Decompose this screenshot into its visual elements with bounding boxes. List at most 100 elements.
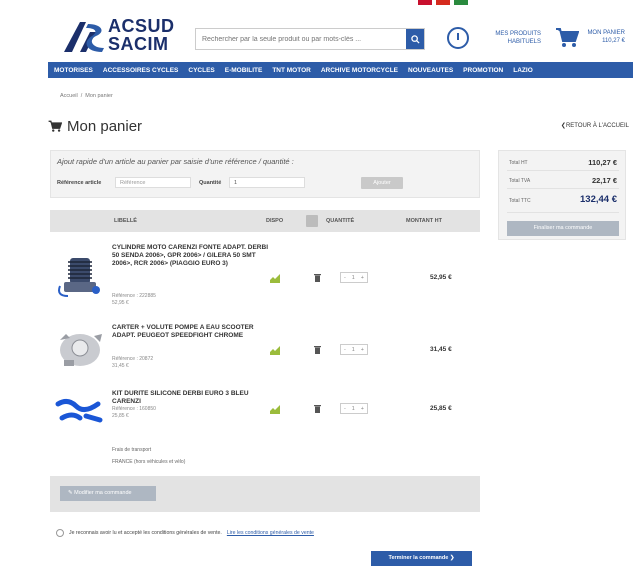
hose-kit-product-image[interactable] [54, 394, 106, 428]
stock-available-icon [270, 274, 280, 283]
back-to-home-label: RETOUR À L'ACCUEIL [565, 123, 629, 129]
qty-decrement[interactable]: - [344, 275, 346, 281]
quantity-stepper[interactable]: -1 + [340, 272, 368, 283]
header-cart-label: MON PANIER [587, 30, 625, 36]
modify-order-button[interactable]: ✎ Modifier ma commande [60, 486, 156, 501]
site-header: ACSUD SACIM MES PRODUITS HABITUELS MON P… [0, 12, 633, 58]
acsud-sacim-logo[interactable]: ACSUD SACIM [62, 16, 182, 56]
nav-item-archive-motorcycle[interactable]: ARCHIVE MOTORCYCLE [321, 67, 398, 74]
breadcrumb-home[interactable]: Accueil [60, 93, 78, 99]
subtotal-value: 110,27 € [588, 158, 617, 167]
qty-increment[interactable]: + [361, 275, 364, 281]
total-label: Total TTC [509, 198, 531, 204]
chevron-right-icon: ❯ [449, 555, 455, 561]
modify-order-label: Modifier ma commande [74, 490, 132, 496]
search-bar [195, 28, 425, 50]
nav-item-e-mobilite[interactable]: E-MOBILITE [225, 67, 263, 74]
quick-add-title: Ajout rapide d'un article au panier par … [57, 157, 294, 166]
nav-item-motorises[interactable]: MOTORISES [54, 67, 93, 74]
col-libelle: LIBELLÉ [114, 218, 137, 224]
product-unit-price: 25,85 € [112, 413, 129, 419]
summary-total: Total TTC 132,44 € [507, 193, 619, 213]
logo-mark-icon [64, 22, 104, 52]
qty-value: 1 [351, 405, 355, 412]
nav-item-nouveautes[interactable]: NOUVEAUTES [408, 67, 453, 74]
summary-subtotal: Total HT 110,27 € [507, 155, 619, 171]
qty-value: 1 [351, 346, 355, 353]
cart-page: ACSUD SACIM MES PRODUITS HABITUELS MON P… [0, 0, 633, 571]
cart-actions-band: ✎ Modifier ma commande [50, 476, 480, 512]
product-name[interactable]: KIT DURITE SILICONE DERBI EURO 3 BLEU CA… [112, 390, 277, 406]
qty-decrement[interactable]: - [344, 406, 346, 412]
cart-table-header: LIBELLÉ DISPO QUANTITÉ MONTANT HT [50, 210, 480, 232]
nav-item-cycles[interactable]: CYCLES [188, 67, 214, 74]
nav-item-lazio[interactable]: LAZIO [513, 67, 533, 74]
water-pump-product-image[interactable] [54, 326, 106, 370]
terms-acceptance: Je reconnais avoir lu et accepté les con… [50, 526, 480, 540]
trash-icon[interactable] [314, 404, 321, 413]
order-summary: Total HT 110,27 € Total TVA 22,17 € Tota… [498, 150, 626, 240]
flag-icon[interactable] [418, 0, 432, 5]
nav-item-promotion[interactable]: PROMOTION [463, 67, 503, 74]
product-reference: Référence : 222885 [112, 293, 156, 299]
flag-icon[interactable] [454, 0, 468, 5]
quick-add-button[interactable]: Ajouter [361, 177, 403, 189]
subtotal-label: Total HT [509, 160, 528, 166]
stock-available-icon [270, 405, 280, 414]
language-flags [418, 0, 468, 6]
trash-icon[interactable] [314, 345, 321, 354]
reference-input[interactable]: Référence [115, 177, 191, 188]
delete-all-icon[interactable] [306, 215, 318, 227]
terms-text: Je reconnais avoir lu et accepté les con… [69, 530, 222, 536]
main-nav: MOTORISES ACCESSOIRES CYCLES CYCLES E-MO… [48, 62, 633, 78]
search-button[interactable] [406, 29, 424, 49]
qty-decrement[interactable]: - [344, 347, 346, 353]
logo-text-top: ACSUD [108, 16, 175, 36]
history-clock-icon[interactable] [447, 27, 469, 49]
line-amount: 25,85 € [430, 405, 452, 412]
page-title: Mon panier [48, 118, 142, 135]
qty-increment[interactable]: + [361, 406, 364, 412]
page-title-text: Mon panier [67, 118, 143, 135]
qty-increment[interactable]: + [361, 347, 364, 353]
search-input[interactable] [196, 29, 406, 49]
breadcrumb-current: Mon panier [85, 93, 113, 99]
header-cart-amount: 110,27 € [602, 38, 625, 44]
back-to-home-link[interactable]: ❮RETOUR À L'ACCUEIL [561, 122, 629, 129]
product-name[interactable]: CARTER + VOLUTE POMPE A EAU SCOOTER ADAP… [112, 324, 277, 340]
summary-tva: Total TVA 22,17 € [507, 173, 619, 189]
line-amount: 52,95 € [430, 274, 452, 281]
cart-icon [48, 120, 62, 132]
col-quantite: QUANTITÉ [326, 218, 355, 224]
quantity-input[interactable]: 1 [229, 177, 305, 188]
total-value: 132,44 € [580, 194, 617, 205]
cart-icon[interactable] [555, 27, 579, 49]
tva-value: 22,17 € [591, 176, 617, 185]
terms-link[interactable]: Lire les conditions générales de vente [227, 530, 314, 536]
trash-icon[interactable] [314, 273, 321, 282]
product-reference: Référence : 20872 [112, 356, 154, 362]
quantity-stepper[interactable]: -1 + [340, 344, 368, 355]
quick-add-panel: Ajout rapide d'un article au panier par … [50, 150, 480, 198]
product-reference: Référence : 160850 [112, 406, 156, 412]
tva-label: Total TVA [509, 178, 531, 184]
nav-item-tnt-motor[interactable]: TNT MOTOR [272, 67, 311, 74]
shipping-destination: FRANCE (hors véhicules et vélo) [112, 459, 186, 465]
cylinder-product-image[interactable] [54, 252, 106, 300]
header-cart-summary[interactable]: MON PANIER 110,27 € [585, 29, 625, 45]
quantity-stepper[interactable]: -1 + [340, 403, 368, 414]
line-amount: 31,45 € [430, 346, 452, 353]
product-name[interactable]: CYLINDRE MOTO CARENZI FONTE ADAPT. DERBI… [112, 244, 277, 269]
flag-icon[interactable] [436, 0, 450, 5]
usual-products-link[interactable]: MES PRODUITS HABITUELS [491, 30, 541, 46]
cart-row: CARTER + VOLUTE POMPE A EAU SCOOTER ADAP… [50, 320, 480, 386]
nav-item-accessoires-cycles[interactable]: ACCESSOIRES CYCLES [103, 67, 179, 74]
finish-order-button[interactable]: Terminer la commande ❯ [371, 551, 472, 566]
product-unit-price: 31,45 € [112, 363, 129, 369]
finalize-order-button[interactable]: Finaliser ma commande [507, 221, 619, 236]
col-dispo: DISPO [266, 218, 284, 224]
logo-text-bottom: SACIM [108, 34, 169, 54]
col-montant: MONTANT HT [406, 218, 442, 224]
terms-radio[interactable] [56, 529, 64, 537]
shipping-label: Frais de transport [112, 447, 152, 453]
